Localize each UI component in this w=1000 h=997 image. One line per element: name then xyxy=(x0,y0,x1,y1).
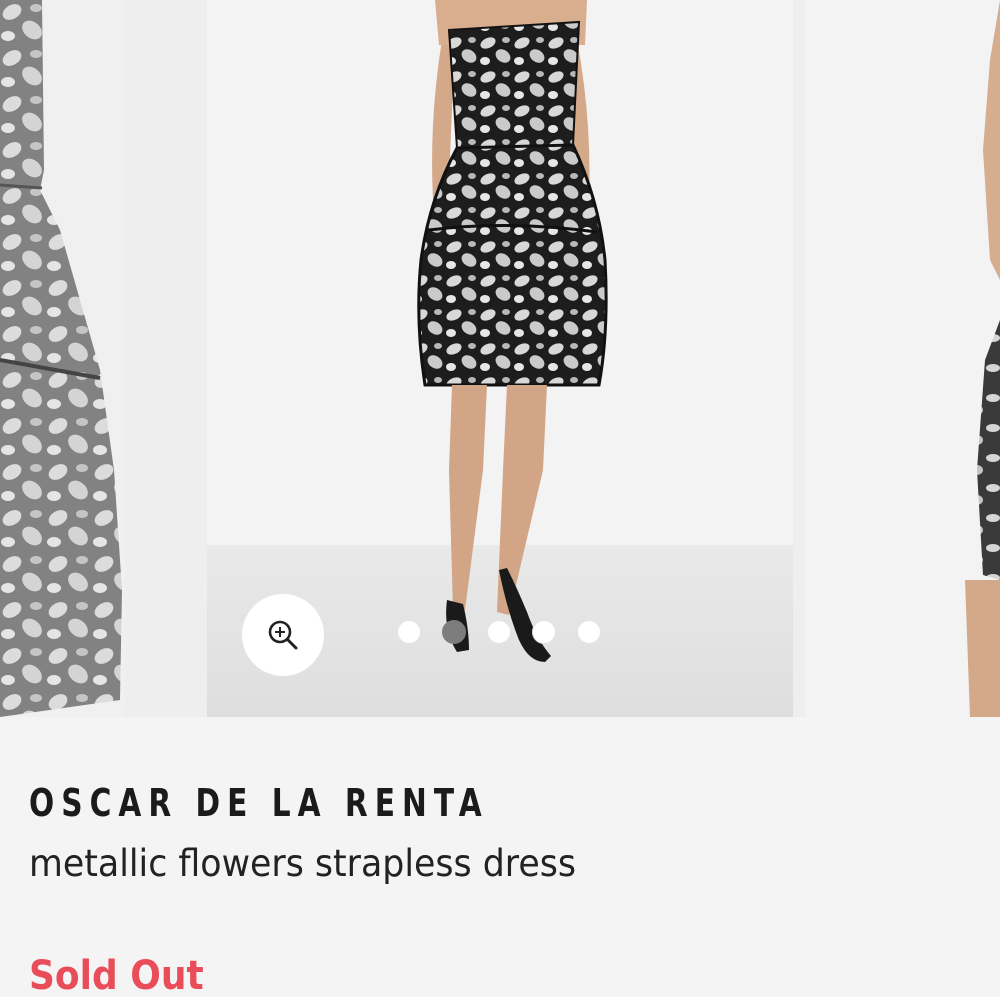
carousel-dot-2[interactable] xyxy=(442,620,466,644)
carousel-dot-5[interactable] xyxy=(577,620,601,644)
carousel-pagination xyxy=(397,620,601,644)
product-image-carousel[interactable] xyxy=(0,0,1000,717)
product-info: OSCAR DE LA RENTA metallic flowers strap… xyxy=(0,717,1000,997)
carousel-slide-next[interactable] xyxy=(805,0,1000,717)
carousel-slide-previous[interactable] xyxy=(0,0,125,717)
carousel-dot-1[interactable] xyxy=(397,620,421,644)
dress-closeup-image xyxy=(0,0,122,717)
availability-status: Sold Out xyxy=(29,953,204,997)
product-page: OSCAR DE LA RENTA metallic flowers strap… xyxy=(0,0,1000,997)
carousel-dot-4[interactable] xyxy=(532,620,556,644)
dress-back-image xyxy=(965,0,1000,717)
zoom-button[interactable] xyxy=(242,594,324,676)
product-brand[interactable]: OSCAR DE LA RENTA xyxy=(29,781,489,825)
zoom-in-icon xyxy=(268,620,298,650)
carousel-dot-3[interactable] xyxy=(487,620,511,644)
product-name: metallic flowers strapless dress xyxy=(29,842,576,885)
